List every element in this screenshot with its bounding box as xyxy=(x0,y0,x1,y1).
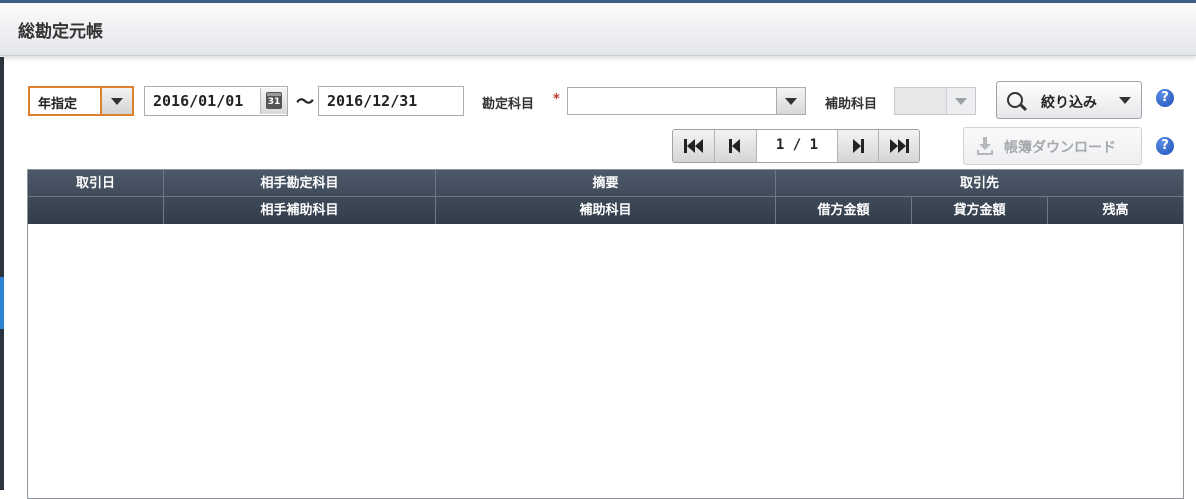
col-balance[interactable]: 残高 xyxy=(1048,197,1183,224)
date-to-input[interactable]: 2016/12/31 xyxy=(318,86,464,116)
account-label: 勘定科目 xyxy=(482,97,535,112)
left-sidebar-edge xyxy=(0,57,4,490)
col-empty xyxy=(28,197,164,224)
help-icon[interactable]: ? xyxy=(1156,89,1174,107)
col-business-partner[interactable]: 取引先 xyxy=(776,170,1183,197)
prev-page-button[interactable] xyxy=(715,130,757,162)
filter-button[interactable]: 絞り込み xyxy=(996,81,1142,119)
header-row: 取引日 相手勘定科目 摘要 取引先 xyxy=(28,170,1183,197)
page-separator: / xyxy=(792,137,802,153)
col-credit-amount[interactable]: 貸方金額 xyxy=(912,197,1048,224)
help-icon[interactable]: ? xyxy=(1156,137,1174,155)
table-header: 取引日 相手勘定科目 摘要 取引先 相手補助科目 補助科目 借方金額 貸方金額 … xyxy=(28,170,1183,224)
page-header: 総勘定元帳 xyxy=(0,3,1196,56)
filter-button-label: 絞り込み xyxy=(1041,95,1097,111)
last-page-button[interactable] xyxy=(879,130,919,162)
col-counter-account[interactable]: 相手勘定科目 xyxy=(164,170,436,197)
date-from-value: 2016/01/01 xyxy=(153,92,244,110)
page-total: 1 xyxy=(809,137,819,153)
col-transaction-date[interactable]: 取引日 xyxy=(28,170,164,197)
header-row: 相手補助科目 補助科目 借方金額 貸方金額 残高 xyxy=(28,197,1183,224)
sub-account-select[interactable] xyxy=(894,87,976,115)
period-mode-select[interactable]: 年指定 xyxy=(28,86,134,116)
required-mark: * xyxy=(553,92,560,107)
next-page-button[interactable] xyxy=(837,130,879,162)
ledger-download-button[interactable]: 帳簿ダウンロード xyxy=(963,127,1142,165)
chevron-down-icon xyxy=(1119,97,1131,104)
chevron-down-icon[interactable] xyxy=(100,88,132,114)
date-to-value: 2016/12/31 xyxy=(327,92,418,110)
page-title: 総勘定元帳 xyxy=(18,22,103,42)
period-mode-value: 年指定 xyxy=(38,97,78,112)
page-current: 1 xyxy=(775,137,785,153)
range-separator: 〜 xyxy=(296,92,314,113)
pagination: 1 / 1 xyxy=(672,129,920,163)
col-debit-amount[interactable]: 借方金額 xyxy=(776,197,912,224)
calendar-icon: 31 xyxy=(266,92,282,109)
ledger-table: 取引日 相手勘定科目 摘要 取引先 相手補助科目 補助科目 借方金額 貸方金額 … xyxy=(27,169,1184,499)
search-icon xyxy=(1007,92,1023,108)
sub-account-label: 補助科目 xyxy=(825,97,878,112)
chevron-down-icon xyxy=(946,88,975,114)
page-indicator: 1 / 1 xyxy=(759,137,835,153)
ledger-download-label: 帳簿ダウンロード xyxy=(1004,140,1116,156)
calendar-button[interactable]: 31 xyxy=(260,88,287,114)
account-select[interactable] xyxy=(567,87,806,115)
last-page-icon xyxy=(890,139,909,153)
col-sub-account[interactable]: 補助科目 xyxy=(436,197,776,224)
prev-page-icon xyxy=(729,139,740,153)
col-description[interactable]: 摘要 xyxy=(436,170,776,197)
next-page-icon xyxy=(853,139,864,153)
download-icon xyxy=(977,137,993,155)
first-page-icon xyxy=(684,139,703,153)
first-page-button[interactable] xyxy=(673,130,715,162)
chevron-down-icon[interactable] xyxy=(776,88,805,114)
col-counter-sub-account[interactable]: 相手補助科目 xyxy=(164,197,436,224)
